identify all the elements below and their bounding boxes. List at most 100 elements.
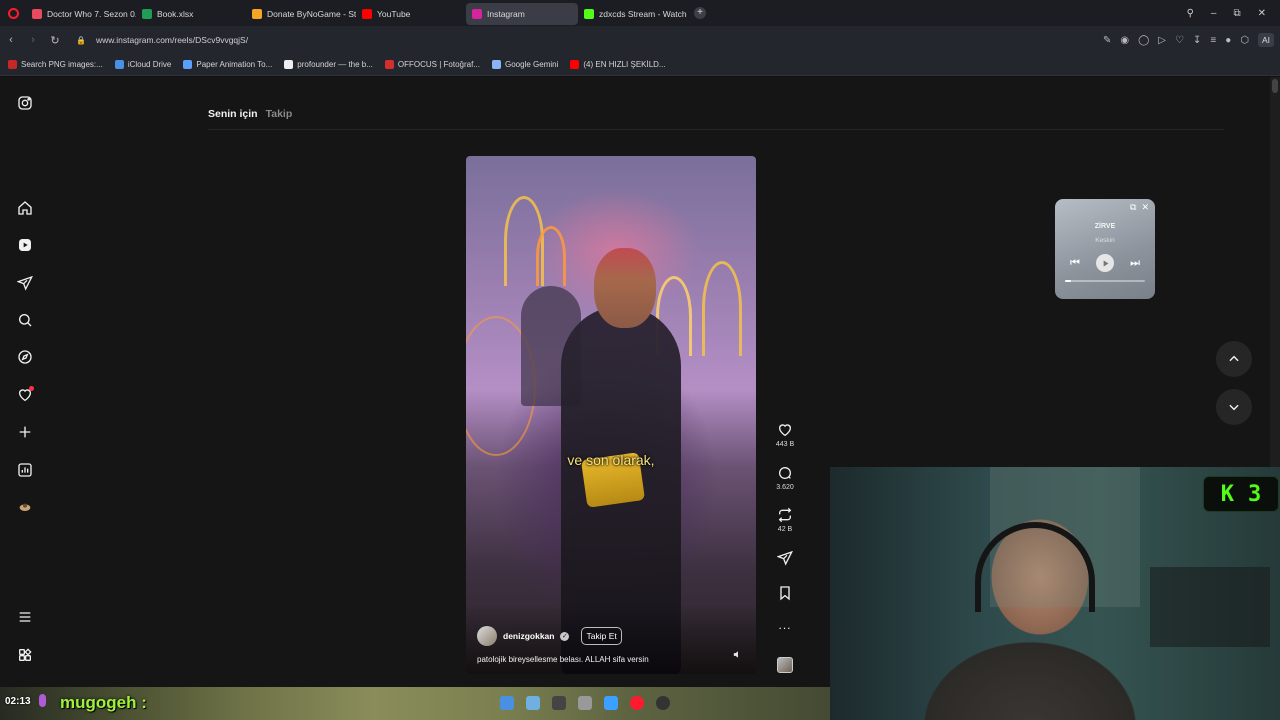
close-icon[interactable]: ✕ bbox=[1141, 202, 1149, 213]
obs-taskbar-icon[interactable] bbox=[656, 696, 670, 710]
menu-icon[interactable]: ≡ bbox=[1210, 35, 1216, 46]
popout-icon[interactable]: ⧉ bbox=[1130, 202, 1136, 213]
tab-strip: Doctor Who 7. Sezon 0. B Book.xlsx Donate … bbox=[26, 1, 688, 25]
scrollbar-thumb[interactable] bbox=[1272, 79, 1278, 93]
bookmark-item[interactable]: (4) EN HIZLI ŞEKİLD... bbox=[570, 60, 666, 69]
create-icon[interactable] bbox=[15, 422, 35, 442]
chat-username: mugogeh : bbox=[60, 693, 147, 712]
kick-badge-count: 3 bbox=[1248, 481, 1262, 507]
tab-4[interactable]: Instagram bbox=[466, 3, 578, 25]
tab-5[interactable]: zdxcds Stream - Watch Liv bbox=[578, 3, 688, 25]
app-icon[interactable] bbox=[500, 696, 514, 710]
author-avatar[interactable] bbox=[477, 626, 497, 646]
mini-player-window-controls: ⧉ ✕ bbox=[1130, 202, 1149, 213]
app-icon[interactable] bbox=[552, 696, 566, 710]
new-tab-button[interactable]: + bbox=[694, 7, 706, 19]
forward-button[interactable]: › bbox=[22, 34, 44, 46]
track-title: ZİRVE bbox=[1094, 223, 1116, 230]
previous-reel-button[interactable] bbox=[1216, 341, 1252, 377]
bookmark-item[interactable]: profounder — the b... bbox=[284, 60, 373, 69]
like-action: 443 B bbox=[770, 422, 800, 448]
share-icon[interactable] bbox=[777, 550, 793, 566]
extensions-icon[interactable]: ⬡ bbox=[1240, 35, 1249, 46]
reel-description[interactable]: patolojik bireysellesme belası. ALLAH si… bbox=[477, 655, 649, 664]
bookmark-item[interactable]: Paper Animation To... bbox=[183, 60, 272, 69]
download-icon[interactable]: ↧ bbox=[1193, 35, 1201, 46]
profile-icon[interactable]: ● bbox=[1225, 35, 1231, 46]
also-from-meta-icon[interactable] bbox=[15, 645, 35, 665]
opera-taskbar-icon[interactable] bbox=[630, 696, 644, 710]
like-icon[interactable] bbox=[777, 422, 793, 438]
close-window-button[interactable]: ✕ bbox=[1258, 8, 1266, 19]
volume-icon[interactable] bbox=[730, 647, 744, 661]
ai-button[interactable]: AI bbox=[1257, 33, 1274, 47]
more-action: ... bbox=[770, 618, 800, 632]
instagram-logo-icon[interactable] bbox=[15, 93, 35, 113]
notifications-icon[interactable] bbox=[15, 385, 35, 405]
repost-count: 42 B bbox=[777, 526, 793, 533]
search-tabs-icon[interactable]: ⚲ bbox=[1187, 8, 1194, 19]
tab-0[interactable]: Doctor Who 7. Sezon 0. B bbox=[26, 3, 136, 25]
save-action bbox=[770, 585, 800, 601]
video-subtitle: ve son olarak, bbox=[567, 452, 655, 468]
audio-thumbnail[interactable] bbox=[777, 657, 793, 673]
back-button[interactable]: ‹ bbox=[0, 34, 22, 46]
home-icon[interactable] bbox=[15, 198, 35, 218]
reel-video[interactable]: ve son olarak, denizgokkan ✓ Takip Et pa… bbox=[466, 156, 756, 674]
tab-following[interactable]: Takip bbox=[266, 108, 293, 120]
heart-icon[interactable]: ♡ bbox=[1175, 35, 1184, 46]
send-icon[interactable]: ▷ bbox=[1158, 35, 1166, 46]
next-track-icon[interactable]: ⏭ bbox=[1130, 257, 1140, 270]
app-icon[interactable] bbox=[604, 696, 618, 710]
app-icon[interactable] bbox=[526, 696, 540, 710]
play-button[interactable] bbox=[1096, 254, 1114, 272]
next-reel-button[interactable] bbox=[1216, 389, 1252, 425]
browser-tab-bar: Doctor Who 7. Sezon 0. B Book.xlsx Donate … bbox=[0, 0, 1280, 26]
restore-button[interactable]: ⧉ bbox=[1233, 8, 1240, 19]
lock-icon[interactable]: 🔒 bbox=[76, 36, 86, 45]
camera-icon[interactable]: ◉ bbox=[1120, 35, 1129, 46]
reload-button[interactable]: ↻ bbox=[44, 34, 66, 47]
dashboard-icon[interactable] bbox=[15, 460, 35, 480]
bookmark-label: Search PNG images:... bbox=[21, 60, 103, 69]
messages-icon[interactable] bbox=[15, 273, 35, 293]
profile-avatar-icon[interactable] bbox=[15, 497, 35, 517]
microphone-icon bbox=[39, 694, 46, 707]
bookmarks-bar: Search PNG images:... iCloud Drive Paper A… bbox=[0, 54, 1280, 76]
more-menu-icon[interactable] bbox=[15, 607, 35, 627]
app-icon[interactable] bbox=[578, 696, 592, 710]
search-icon[interactable] bbox=[15, 310, 35, 330]
tab-3[interactable]: YouTube bbox=[356, 3, 466, 25]
reels-icon[interactable] bbox=[15, 235, 35, 255]
comment-icon[interactable] bbox=[777, 465, 793, 481]
bookmark-item[interactable]: iCloud Drive bbox=[114, 60, 171, 69]
bookmark-label: Google Gemini bbox=[505, 60, 559, 69]
bookmark-item[interactable]: Google Gemini bbox=[492, 60, 558, 69]
repost-icon[interactable] bbox=[777, 507, 793, 523]
author-username[interactable]: denizgokkan bbox=[503, 631, 554, 641]
explore-icon[interactable] bbox=[15, 347, 35, 367]
bookmark-item[interactable]: Search PNG images:... bbox=[8, 60, 103, 69]
tab-for-you[interactable]: Senin için bbox=[208, 108, 258, 120]
opera-logo-icon[interactable] bbox=[0, 0, 26, 26]
tab-favicon-icon bbox=[584, 9, 594, 19]
edit-icon[interactable]: ✎ bbox=[1103, 35, 1111, 46]
stream-chat-strip: 02:13 mugogeh : bbox=[0, 687, 830, 720]
url-field[interactable]: www.instagram.com/reels/DScv9vvgqjS/ bbox=[96, 35, 248, 45]
track-artist: Keskin bbox=[1095, 237, 1115, 244]
clock-time: 02:13 bbox=[5, 696, 31, 707]
bookmark-favicon-icon bbox=[284, 60, 294, 69]
tab-label: YouTube bbox=[377, 9, 411, 19]
shield-icon[interactable]: ◯ bbox=[1138, 35, 1149, 46]
minimize-button[interactable]: – bbox=[1211, 8, 1217, 19]
repost-action: 42 B bbox=[770, 507, 800, 533]
bookmark-item[interactable]: OFFOCUS | Fotoğraf... bbox=[384, 60, 480, 69]
tab-1[interactable]: Book.xlsx bbox=[136, 3, 246, 25]
track-progress[interactable] bbox=[1065, 280, 1145, 282]
tab-label: Donate ByNoGame - Strea bbox=[267, 9, 356, 19]
follow-button[interactable]: Takip Et bbox=[581, 627, 622, 645]
previous-track-icon[interactable]: ⏮ bbox=[1070, 257, 1080, 270]
more-options-icon[interactable]: ... bbox=[778, 618, 791, 632]
tab-2[interactable]: Donate ByNoGame - Strea bbox=[246, 3, 356, 25]
bookmark-icon[interactable] bbox=[777, 585, 793, 601]
